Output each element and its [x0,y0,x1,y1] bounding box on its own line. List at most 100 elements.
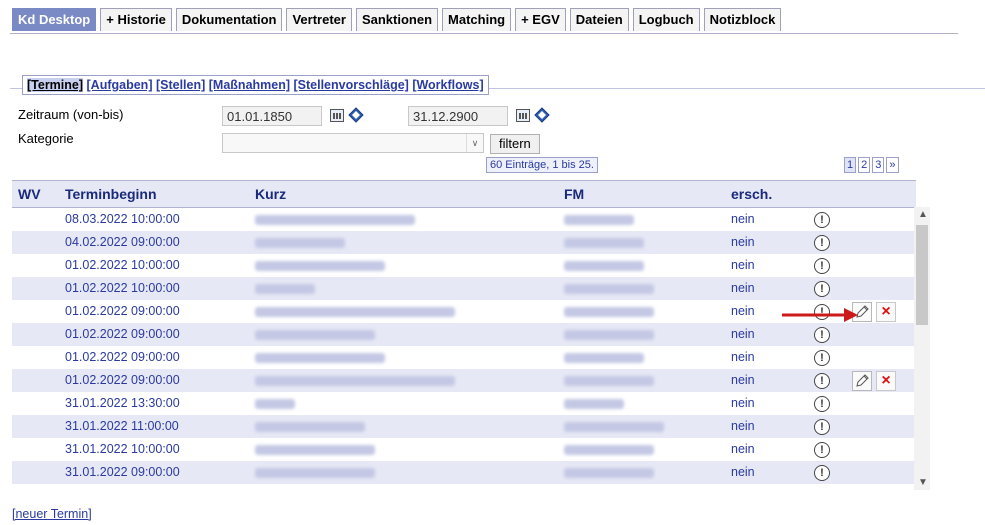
cell-terminbeginn[interactable]: 01.02.2022 10:00:00 [65,277,255,300]
chevron-down-icon: ∨ [466,134,483,152]
redacted-text [255,398,295,409]
cell-terminbeginn[interactable]: 31.01.2022 11:00:00 [65,415,255,438]
cell-terminbeginn[interactable]: 01.02.2022 10:00:00 [65,254,255,277]
cell-terminbeginn[interactable]: 08.03.2022 10:00:00 [65,208,255,231]
redacted-text [564,375,654,386]
subnav-massnahmen[interactable]: [Maßnahmen] [209,78,290,92]
cell-terminbeginn[interactable]: 31.01.2022 13:30:00 [65,392,255,415]
header-kurz[interactable]: Kurz [255,181,564,207]
header-wv[interactable]: WV [12,181,65,207]
page-1[interactable]: 1 [844,157,857,173]
close-x-icon[interactable]: × [876,301,896,322]
cell-terminbeginn[interactable]: 04.02.2022 09:00:00 [65,231,255,254]
table-scrollbar[interactable]: ▲ ▼ [914,207,930,490]
tab-sanktionen[interactable]: Sanktionen [355,8,439,31]
table-row[interactable]: 31.01.2022 13:30:00 nein! [12,392,916,415]
redacted-text [255,283,315,294]
cell-kurz [255,461,564,484]
info-circle-icon[interactable]: ! [814,257,830,274]
cell-kurz [255,392,564,415]
table-row[interactable]: 31.01.2022 09:00:00 nein! [12,461,916,484]
calendar-icon[interactable] [516,109,530,122]
header-ersch[interactable]: ersch. [731,181,814,207]
tab-notizblock[interactable]: Notizblock [703,8,782,31]
cell-fm [564,461,731,484]
cell-ersch: nein [731,465,755,479]
filter-button[interactable]: filtern [490,134,540,154]
cell-fm [564,208,731,231]
scroll-down-icon[interactable]: ▼ [918,477,928,488]
table-row[interactable]: 01.02.2022 10:00:00 nein! [12,277,916,300]
date-from-field[interactable]: 01.01.1850 [222,106,322,126]
subnav-termine[interactable]: [Termine] [27,78,84,92]
tab-vertreter[interactable]: Vertreter [286,8,352,31]
table-row[interactable]: 01.02.2022 09:00:00 nein! [12,323,916,346]
scroll-up-icon[interactable]: ▲ [918,209,928,220]
subnav-stellenvorschlaege[interactable]: [Stellenvorschläge] [294,78,409,92]
cell-fm [564,415,731,438]
info-circle-icon[interactable]: ! [814,372,830,389]
tab-dateien[interactable]: Dateien [569,8,629,31]
page-next[interactable]: » [886,157,899,173]
table-row[interactable]: 31.01.2022 10:00:00 nein! [12,438,916,461]
cell-kurz [255,369,564,392]
subnav-aufgaben[interactable]: [Aufgaben] [87,78,153,92]
info-circle-icon[interactable]: ! [814,418,830,435]
cell-kurz [255,231,564,254]
cell-terminbeginn[interactable]: 01.02.2022 09:00:00 [65,323,255,346]
tab-matching[interactable]: Matching [442,8,512,31]
scroll-thumb[interactable] [916,225,928,325]
table-row[interactable]: 01.02.2022 09:00:00 nein! × [12,369,916,392]
header-fm[interactable]: FM [564,181,731,207]
pagination: 1 2 3 » [842,157,899,173]
table-row[interactable]: 31.01.2022 11:00:00 nein! [12,415,916,438]
info-circle-icon[interactable]: ! [814,326,830,343]
subnav-workflows[interactable]: [Workflows] [412,78,483,92]
cell-terminbeginn[interactable]: 01.02.2022 09:00:00 [65,369,255,392]
tab-historie[interactable]: + Historie [100,8,172,31]
redacted-text [564,306,654,317]
eraser-icon[interactable] [348,107,364,123]
tab-dokumentation[interactable]: Dokumentation [175,8,283,31]
cell-terminbeginn[interactable]: 31.01.2022 09:00:00 [65,461,255,484]
redacted-text [564,214,634,225]
table-row[interactable]: 01.02.2022 09:00:00 nein! [12,346,916,369]
kategorie-select[interactable]: ∨ [222,133,484,153]
info-circle-icon[interactable]: ! [814,464,830,481]
cell-kurz [255,415,564,438]
info-circle-icon[interactable]: ! [814,395,830,412]
tab-logbuch[interactable]: Logbuch [632,8,700,31]
info-circle-icon[interactable]: ! [814,234,830,251]
subnav-stellen[interactable]: [Stellen] [156,78,205,92]
cell-terminbeginn[interactable]: 01.02.2022 09:00:00 [65,300,255,323]
pencil-icon[interactable] [852,370,872,391]
new-termin-link[interactable]: [neuer Termin] [12,507,92,521]
info-circle-icon[interactable]: ! [814,441,830,458]
date-to-field[interactable]: 31.12.2900 [408,106,508,126]
cell-wv [12,323,65,346]
redacted-text [255,306,455,317]
redacted-text [564,398,624,409]
redacted-text [255,260,385,271]
cell-fm [564,277,731,300]
close-x-icon[interactable]: × [876,370,896,391]
page-3[interactable]: 3 [872,157,885,173]
cell-terminbeginn[interactable]: 01.02.2022 09:00:00 [65,346,255,369]
table-row[interactable]: 04.02.2022 09:00:00 nein! [12,231,916,254]
table-row[interactable]: 08.03.2022 10:00:00 nein! [12,208,916,231]
eraser-icon[interactable] [534,107,550,123]
calendar-icon[interactable] [330,109,344,122]
header-terminbeginn[interactable]: Terminbeginn [65,181,255,207]
page-2[interactable]: 2 [858,157,871,173]
info-circle-icon[interactable]: ! [814,211,830,228]
info-circle-icon[interactable]: ! [814,349,830,366]
cell-ersch: nein [731,235,755,249]
tab-egv[interactable]: + EGV [515,8,566,31]
tab-kd-desktop[interactable]: Kd Desktop [12,8,97,31]
redacted-text [564,329,654,340]
cell-terminbeginn[interactable]: 31.01.2022 10:00:00 [65,438,255,461]
table-row[interactable]: 01.02.2022 10:00:00 nein! [12,254,916,277]
redacted-text [255,329,375,340]
info-circle-icon[interactable]: ! [814,280,830,297]
cell-fm [564,346,731,369]
